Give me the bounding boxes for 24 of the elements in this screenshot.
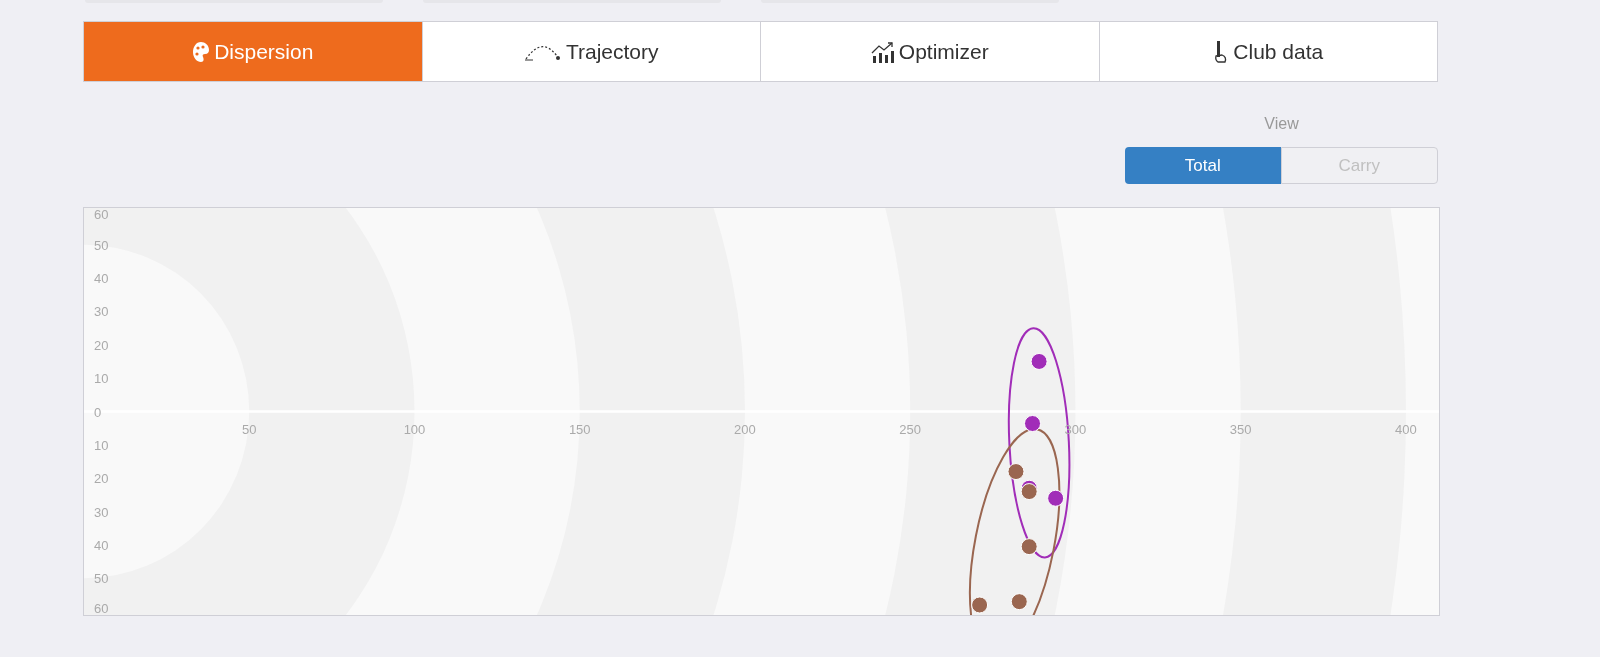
axis-label: 200: [734, 421, 756, 437]
view-toggle[interactable]: Total: [1125, 147, 1281, 184]
axis-label: 100: [403, 421, 426, 437]
axis-label: 350: [1229, 421, 1252, 437]
axis-label: 10: [94, 437, 109, 453]
axis-label: 50: [242, 421, 257, 437]
axis-label: 50: [94, 571, 109, 587]
palette-icon: [192, 40, 211, 63]
axis-label: 10: [94, 371, 109, 387]
axis-label: 20: [94, 337, 109, 353]
axis-label: 50: [94, 237, 109, 253]
axis-label: 30: [94, 504, 109, 520]
axis-label: 250: [899, 421, 922, 437]
axis-label: 30: [94, 304, 109, 320]
axis-label: 40: [94, 271, 109, 287]
axis-label: 60: [94, 601, 109, 615]
axis-label: 40: [94, 537, 109, 553]
chart-icon: [870, 40, 895, 63]
axis-label: 150: [568, 421, 591, 437]
axis-label: 20: [94, 471, 109, 487]
view-label: View: [1264, 114, 1299, 134]
axis-label: 0: [94, 404, 102, 420]
axis-label: 60: [94, 208, 109, 222]
axis-label: 400: [1395, 421, 1417, 437]
